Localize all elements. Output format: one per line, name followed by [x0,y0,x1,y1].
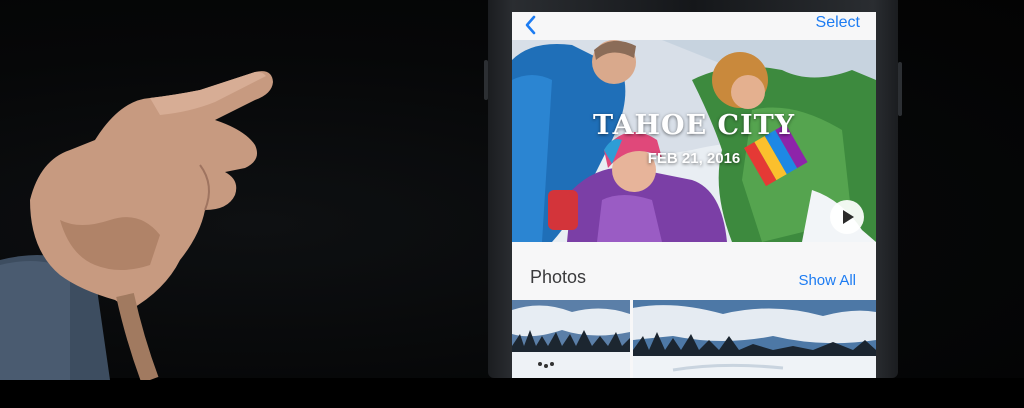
back-button[interactable] [520,14,542,36]
snowy-meadow-photo [633,300,876,378]
presenter-hand [0,71,273,380]
snowy-forest-photo [512,300,630,378]
photo-thumbnail[interactable] [633,300,876,378]
memory-cover-photo[interactable]: TAHOE CITY FEB 21, 2016 [512,40,876,242]
photo-thumbnail[interactable] [512,300,630,378]
photos-section-title: Photos [530,267,587,287]
phone-volume-button [898,62,902,116]
memory-title: TAHOE CITY [592,110,796,141]
chevron-left-icon [525,15,536,35]
photos-memory-screen: Select TAHOE CITY FEB 21, 2016 Photos Sh… [512,12,876,378]
phone-side-button [484,60,488,100]
play-icon [843,210,854,224]
photos-section-header: Photos Show All [512,242,876,298]
show-all-button[interactable]: Show All [798,272,856,289]
memory-date: FEB 21, 2016 [647,150,741,167]
navigation-bar: Select [512,12,876,40]
select-button[interactable]: Select [816,14,860,32]
letterbox-bar [0,378,1024,408]
family-snow-photo [512,40,876,242]
play-memory-button[interactable] [830,200,864,234]
